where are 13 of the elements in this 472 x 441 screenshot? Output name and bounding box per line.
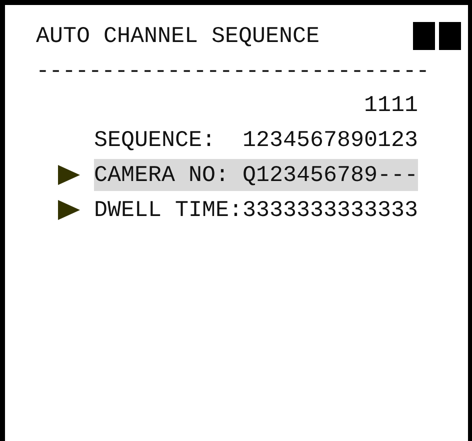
menu-row[interactable]: SEQUENCE: 1234567890123: [94, 124, 418, 156]
status-blocks-icon: [413, 22, 461, 50]
row-value: 3333333333333: [242, 196, 418, 224]
counter-text: 1111: [364, 91, 418, 120]
row-value: 1234567890123: [242, 126, 418, 154]
row-value: Q123456789---: [242, 160, 418, 190]
row-label: SEQUENCE:: [94, 126, 217, 154]
row-label: CAMERA NO:: [94, 160, 230, 190]
menu-row[interactable]: DWELL TIME:3333333333333: [94, 194, 418, 226]
menu-row[interactable]: CAMERA NO: Q123456789---: [94, 158, 418, 190]
menu-title: AUTO CHANNEL SEQUENCE: [36, 22, 320, 51]
row-label: DWELL TIME:: [94, 196, 243, 224]
dashed-separator: ------------------------------: [36, 57, 430, 86]
